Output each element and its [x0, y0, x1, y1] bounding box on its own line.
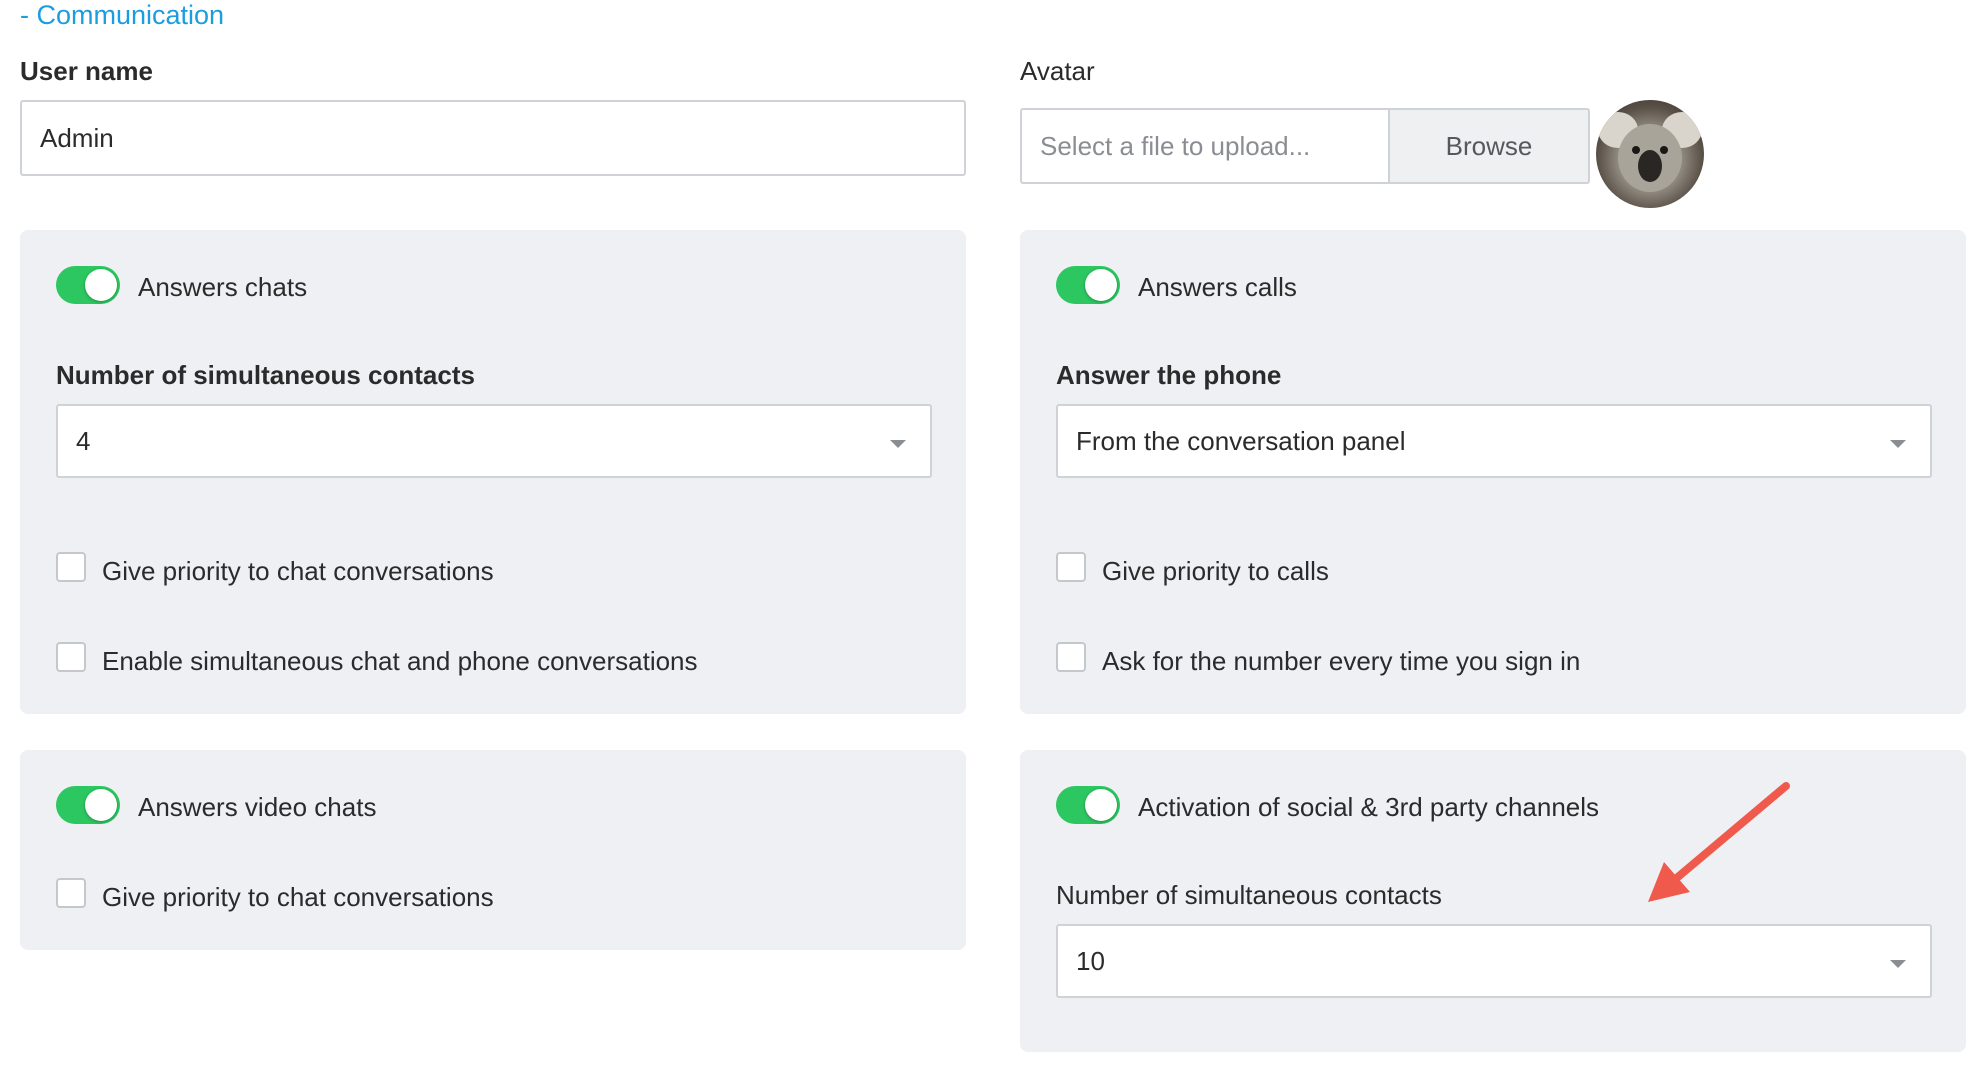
answers-chats-label: Answers chats: [138, 272, 308, 302]
priority-calls-checkbox[interactable]: [1056, 552, 1086, 582]
ask-number-label: Ask for the number every time you sign i…: [1102, 646, 1581, 676]
video-panel: Answers video chats Give priority to cha…: [20, 750, 966, 950]
social-contacts-value: 10: [1076, 945, 1105, 976]
social-channels-toggle[interactable]: [1056, 786, 1120, 824]
answer-phone-value: From the conversation panel: [1076, 425, 1406, 456]
social-contacts-select[interactable]: 10: [1056, 924, 1932, 998]
avatar-file-input[interactable]: [1020, 108, 1390, 184]
answer-phone-label: Answer the phone: [1056, 360, 1282, 390]
priority-chat-label: Give priority to chat conversations: [102, 556, 494, 586]
social-contacts-label: Number of simultaneous contacts: [1056, 880, 1442, 910]
priority-video-label: Give priority to chat conversations: [102, 882, 494, 912]
answers-calls-toggle[interactable]: [1056, 266, 1120, 304]
section-toggle-communication[interactable]: - Communication: [20, 0, 224, 31]
annotation-arrow-icon: [1648, 782, 1790, 902]
user-name-label: User name: [20, 56, 153, 86]
answers-calls-label: Answers calls: [1138, 272, 1297, 302]
answers-video-label: Answers video chats: [138, 792, 377, 822]
user-name-input[interactable]: [20, 100, 966, 176]
ask-number-checkbox[interactable]: [1056, 642, 1086, 672]
chevron-down-icon: [890, 440, 906, 448]
chat-contacts-value: 4: [76, 425, 91, 456]
chat-contacts-label: Number of simultaneous contacts: [56, 360, 475, 390]
social-panel: Activation of social & 3rd party channel…: [1020, 750, 1966, 1052]
social-channels-label: Activation of social & 3rd party channel…: [1138, 792, 1600, 822]
chat-contacts-select[interactable]: 4: [56, 404, 932, 478]
calls-panel: Answers calls Answer the phone From the …: [1020, 230, 1966, 714]
chats-panel: Answers chats Number of simultaneous con…: [20, 230, 966, 714]
priority-calls-label: Give priority to calls: [1102, 556, 1329, 586]
chevron-down-icon: [1890, 960, 1906, 968]
answers-video-toggle[interactable]: [56, 786, 120, 824]
answers-chats-toggle[interactable]: [56, 266, 120, 304]
communication-settings: - Communication User name Avatar Browse …: [0, 0, 1976, 1068]
chevron-down-icon: [1890, 440, 1906, 448]
priority-video-checkbox[interactable]: [56, 878, 86, 908]
answer-phone-select[interactable]: From the conversation panel: [1056, 404, 1932, 478]
simultaneous-chat-phone-checkbox[interactable]: [56, 642, 86, 672]
priority-chat-checkbox[interactable]: [56, 552, 86, 582]
avatar-label: Avatar: [1020, 56, 1095, 86]
simultaneous-chat-phone-label: Enable simultaneous chat and phone conve…: [102, 646, 698, 676]
browse-button[interactable]: Browse: [1390, 108, 1590, 184]
koala-avatar-icon: [1596, 100, 1704, 208]
